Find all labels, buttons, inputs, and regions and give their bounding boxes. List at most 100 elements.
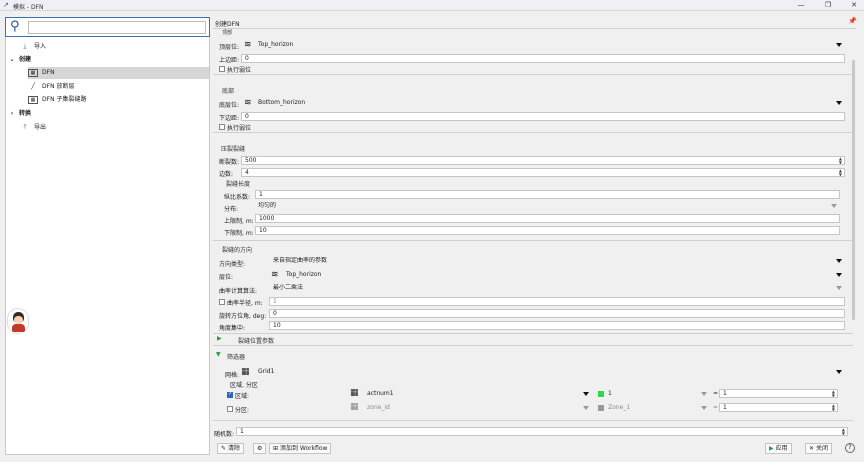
chevron-down-icon xyxy=(701,406,707,410)
divider xyxy=(213,28,856,29)
tree-item-import[interactable]: ⤓ 导入 xyxy=(14,41,204,53)
window-title: 模拟 - DFN xyxy=(13,4,44,11)
bottom-surface-select[interactable]: Bottom_horizon xyxy=(255,99,845,108)
top-surface-select[interactable]: Top_horizon xyxy=(255,41,845,50)
orientation-type-select[interactable]: 来自指定曲率的参数 xyxy=(270,257,845,266)
minimize-button[interactable]: — xyxy=(793,1,809,10)
avatar-face xyxy=(14,316,23,324)
workflow-icon: ⊞ xyxy=(273,445,279,452)
search-input[interactable] xyxy=(28,21,206,34)
zone-check-label: 区域: xyxy=(235,393,250,400)
concentration-input[interactable]: 10 xyxy=(269,321,845,330)
distribution-label: 分布: xyxy=(224,206,239,213)
divider xyxy=(213,132,853,133)
part-number-input[interactable]: 1 ▲ ▼ xyxy=(719,403,838,412)
zone-number-input[interactable]: 1 ▲ ▼ xyxy=(719,389,838,398)
part-check[interactable] xyxy=(227,406,233,412)
dfn-icon: ▦ xyxy=(28,69,38,77)
top-check-label: 执行弱位 xyxy=(227,67,252,74)
curvature-radius-check[interactable] xyxy=(219,299,225,305)
curvature-algo-select[interactable]: 最小二乘法 xyxy=(270,284,845,293)
tree-item-dfn[interactable]: ▦ DFN xyxy=(28,67,209,79)
close-button[interactable]: ✕ 关闭 xyxy=(805,443,832,454)
chevron-down-icon xyxy=(583,392,589,396)
bottom-check[interactable] xyxy=(219,124,225,130)
gear-icon: ⚙ xyxy=(257,445,263,452)
curvature-radius-label: 曲率半径, m: xyxy=(227,300,263,307)
clear-button[interactable]: ✎ 清除 xyxy=(217,443,244,454)
fracture-count-input[interactable]: 500 ▲ ▼ xyxy=(241,156,845,165)
tree-item-dfn-fault[interactable]: ╱ DFN 放断层 xyxy=(28,81,209,93)
length-section-title: 裂缝长度 xyxy=(226,181,251,188)
seed-input[interactable]: 1 ▲ ▼ xyxy=(236,427,848,436)
azimuth-label: 旋转方位角, deg: xyxy=(219,313,267,320)
tree-item-create[interactable]: ⌄ 创建 xyxy=(9,54,199,66)
chevron-right-icon[interactable]: › xyxy=(9,108,15,120)
distribution-select[interactable]: 均匀的 xyxy=(255,202,840,211)
maximize-button[interactable]: ❐ xyxy=(820,1,836,10)
property-icon: ▦ xyxy=(350,388,359,398)
part-eq: = xyxy=(713,404,719,411)
search-icon[interactable]: ⚲ xyxy=(10,19,20,35)
ratio-input[interactable]: 1 xyxy=(255,190,840,199)
top-check[interactable] xyxy=(219,66,225,72)
eraser-icon: ✎ xyxy=(221,445,227,452)
horizon-icon: ≋ xyxy=(271,270,279,280)
upper-limit-label: 上限制, m: xyxy=(224,218,254,225)
help-button[interactable]: ? xyxy=(845,443,855,453)
chevron-down-icon xyxy=(836,43,842,47)
edges-input[interactable]: 4 ▲ ▼ xyxy=(241,168,845,177)
part-value-select[interactable]: Zone_1 xyxy=(605,404,710,413)
grid-select[interactable]: Grid1 xyxy=(255,368,845,377)
export-icon: ⤒ xyxy=(23,124,27,131)
spinner-icon[interactable]: ▲ ▼ xyxy=(832,390,835,397)
zone-value-select[interactable]: 1 xyxy=(605,390,710,399)
tree-item-dfn-subset[interactable]: ▦ DFN 子集裂缝路 xyxy=(28,94,209,106)
tree-item-export[interactable]: ⤒ 导出 xyxy=(14,122,204,134)
settings-button[interactable]: ⚙ xyxy=(253,443,267,454)
edges-label: 边数: xyxy=(219,171,234,178)
curvature-algo-label: 曲率计算算法: xyxy=(219,288,258,295)
chevron-down-icon[interactable]: ⌄ xyxy=(9,54,15,66)
orientation-horizon-label: 层位: xyxy=(219,274,234,281)
position-params-label[interactable]: 裂缝位置参数 xyxy=(238,336,274,345)
divider xyxy=(213,345,853,346)
chevron-down-icon xyxy=(836,101,842,105)
top-offset-input[interactable]: 0 xyxy=(241,54,845,63)
lower-limit-input[interactable]: 10 xyxy=(255,226,840,235)
grid-icon: ▦ xyxy=(241,367,250,377)
tree-item-convert[interactable]: › 转换 xyxy=(9,108,199,120)
avatar[interactable] xyxy=(7,308,29,334)
spinner-icon[interactable]: ▲ ▼ xyxy=(839,157,842,164)
collapse-icon[interactable]: ▼ xyxy=(216,351,221,358)
add-workflow-button[interactable]: ⊞ 添加到 Workflow xyxy=(269,443,332,454)
seed-label: 随机数: xyxy=(214,431,235,438)
spinner-icon[interactable]: ▲ ▼ xyxy=(842,428,845,435)
part-property-select[interactable]: zone_id xyxy=(364,404,592,413)
chevron-down-icon xyxy=(836,273,842,277)
curvature-radius-input[interactable]: 1 xyxy=(269,297,845,306)
close-window-button[interactable]: ✕ xyxy=(846,1,862,10)
orientation-section-title: 裂缝的方向 xyxy=(222,247,253,254)
search-box: ⚲ xyxy=(5,17,210,37)
zone-check[interactable] xyxy=(227,391,233,398)
close-icon: ✕ xyxy=(809,445,815,452)
divider xyxy=(213,420,853,421)
orientation-horizon-select[interactable]: Top_horizon xyxy=(283,271,845,280)
azimuth-input[interactable]: 0 xyxy=(269,309,845,318)
property-icon: ▦ xyxy=(350,402,359,412)
upper-limit-input[interactable]: 1000 xyxy=(255,214,840,223)
scrollbar[interactable] xyxy=(852,60,855,320)
zone-property-select[interactable]: actnum1 xyxy=(364,390,592,399)
apply-button[interactable]: ▶ 应用 xyxy=(765,443,792,454)
pin-icon[interactable]: 📌 xyxy=(848,17,857,25)
spinner-icon[interactable]: ▲ ▼ xyxy=(832,404,835,411)
horizon-icon: ≋ xyxy=(244,40,252,50)
region-label: 区域, 分区 xyxy=(230,382,258,389)
expand-icon[interactable]: ▶ xyxy=(217,335,222,342)
app-icon: ↗ xyxy=(3,1,9,9)
spinner-icon[interactable]: ▲ ▼ xyxy=(839,169,842,176)
ratio-label: 纵比系数: xyxy=(224,194,251,201)
bottom-offset-input[interactable]: 0 xyxy=(241,112,845,121)
divider xyxy=(213,74,853,75)
